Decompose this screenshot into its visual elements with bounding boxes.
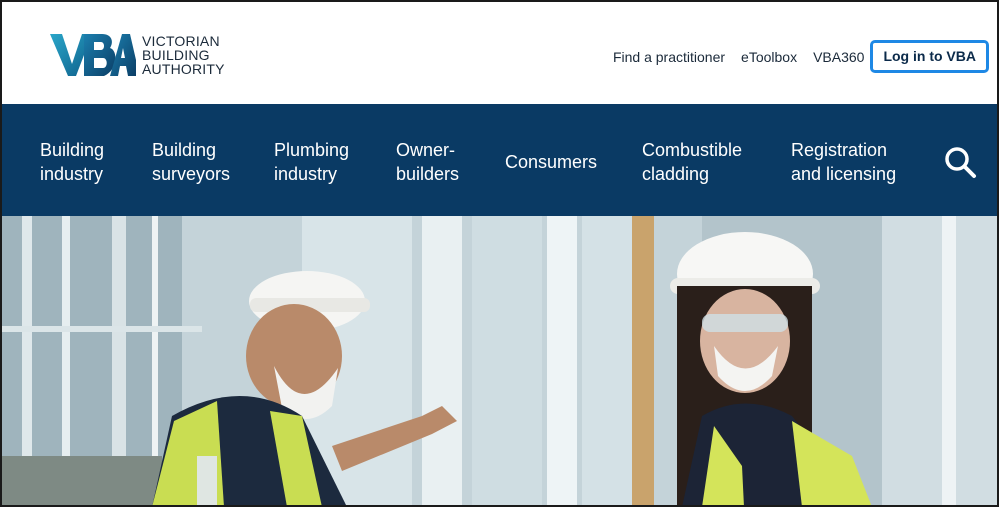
nav-item-label-line1: Plumbing bbox=[274, 140, 350, 160]
nav-item-combustible-cladding[interactable]: Combustible cladding bbox=[642, 138, 742, 186]
nav-item-label-line2: builders bbox=[396, 164, 460, 184]
logo-line-2: BUILDING bbox=[142, 47, 210, 63]
nav-item-label-line2: industry bbox=[40, 164, 104, 184]
etoolbox-link[interactable]: eToolbox bbox=[741, 49, 797, 65]
nav-item-building-industry[interactable]: Building industry bbox=[40, 138, 104, 186]
vba360-link[interactable]: VBA360 bbox=[813, 49, 864, 65]
nav-item-registration-licensing[interactable]: Registration and licensing bbox=[791, 138, 896, 186]
search-button[interactable] bbox=[942, 144, 978, 180]
login-button[interactable]: Log in to VBA bbox=[870, 40, 989, 73]
nav-item-label-line2: cladding bbox=[642, 164, 710, 184]
nav-item-label-line2: industry bbox=[274, 164, 338, 184]
nav-item-label-line2: surveyors bbox=[152, 164, 231, 184]
utility-links: Find a practitioner eToolbox VBA360 Log … bbox=[613, 40, 989, 73]
vba-logo-mark-icon bbox=[50, 34, 136, 76]
nav-item-label-line1: Owner- bbox=[396, 140, 456, 160]
vba-logo[interactable]: VICTORIAN BUILDING AUTHORITY bbox=[48, 30, 238, 80]
nav-item-label-line1: Consumers bbox=[505, 152, 598, 172]
nav-item-plumbing-industry[interactable]: Plumbing industry bbox=[274, 138, 349, 186]
nav-item-label-line1: Building bbox=[40, 140, 105, 160]
logo-wordmark: VICTORIAN BUILDING AUTHORITY bbox=[142, 34, 225, 76]
find-practitioner-link[interactable]: Find a practitioner bbox=[613, 49, 725, 65]
main-navigation: Building industry Building surveyors Plu… bbox=[2, 104, 997, 216]
nav-item-label-line1: Registration bbox=[791, 140, 888, 160]
logo-line-3: AUTHORITY bbox=[142, 61, 225, 77]
nav-item-building-surveyors[interactable]: Building surveyors bbox=[152, 138, 230, 186]
search-icon bbox=[945, 147, 976, 178]
nav-item-label-line2: and licensing bbox=[791, 164, 897, 184]
nav-item-label-line1: Combustible bbox=[642, 140, 743, 160]
browser-frame: VICTORIAN BUILDING AUTHORITY Find a prac… bbox=[0, 0, 999, 507]
construction-workers-illustration bbox=[2, 216, 997, 505]
nav-item-owner-builders[interactable]: Owner- builders bbox=[396, 138, 459, 186]
nav-item-consumers[interactable]: Consumers bbox=[505, 150, 597, 174]
nav-item-label-line1: Building bbox=[152, 140, 217, 160]
hero-image bbox=[2, 216, 997, 505]
logo-line-1: VICTORIAN bbox=[142, 33, 220, 49]
site-header: VICTORIAN BUILDING AUTHORITY Find a prac… bbox=[2, 2, 997, 104]
